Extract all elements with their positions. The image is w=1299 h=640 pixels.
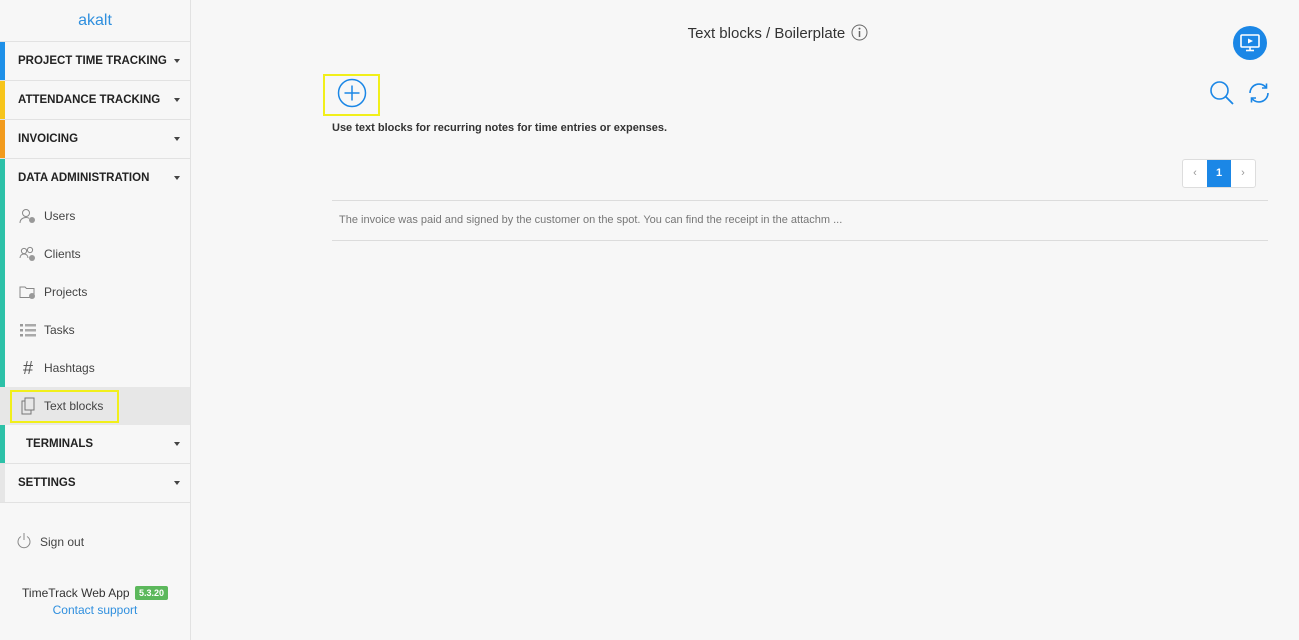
- data-administration-group: DATA ADMINISTRATION Users Clients Projec…: [0, 159, 190, 464]
- sidebar-item-projects[interactable]: Projects: [0, 273, 190, 311]
- monitor-play-icon[interactable]: [1233, 26, 1267, 60]
- sidebar-item-clients[interactable]: Clients: [0, 235, 190, 273]
- section-label: ATTENDANCE TRACKING: [18, 94, 161, 106]
- users-icon: [18, 207, 38, 225]
- main-content: Text blocks / Boilerplate Use text block…: [191, 0, 1299, 640]
- section-label: PROJECT TIME TRACKING: [18, 55, 167, 67]
- pagination: ‹ 1 ›: [1182, 159, 1256, 188]
- power-icon: [16, 532, 32, 552]
- caret-down-icon: [174, 442, 180, 446]
- brand-name[interactable]: akalt: [0, 0, 190, 42]
- sidebar-section-attendance-tracking[interactable]: ATTENDANCE TRACKING: [0, 81, 190, 120]
- page-title-text: Text blocks / Boilerplate: [687, 25, 846, 42]
- section-color-bar: [0, 464, 5, 502]
- highlight-box: [10, 390, 119, 423]
- sidebar-section-settings[interactable]: SETTINGS: [0, 464, 190, 503]
- contact-support-link[interactable]: Contact support: [0, 603, 190, 617]
- hashtag-icon: #: [22, 357, 33, 378]
- section-color-bar: [0, 120, 5, 158]
- pagination-page[interactable]: 1: [1207, 160, 1231, 187]
- search-icon[interactable]: [1209, 80, 1235, 111]
- sidebar-item-label: Clients: [44, 247, 81, 261]
- section-label: SETTINGS: [18, 477, 76, 489]
- sidebar-item-label: Projects: [44, 285, 88, 299]
- caret-down-icon: [174, 137, 180, 141]
- sidebar-section-project-time-tracking[interactable]: PROJECT TIME TRACKING: [0, 42, 190, 81]
- add-circle-icon: [336, 77, 368, 114]
- caret-down-icon: [174, 59, 180, 63]
- sidebar-item-text-blocks[interactable]: Text blocks: [0, 387, 190, 425]
- projects-icon: [18, 283, 38, 301]
- caret-down-icon: [174, 176, 180, 180]
- sidebar-item-label: Hashtags: [44, 361, 95, 375]
- caret-down-icon: [174, 98, 180, 102]
- pagination-next[interactable]: ›: [1231, 160, 1255, 187]
- sidebar-item-label: TERMINALS: [26, 438, 94, 450]
- sidebar-item-label: Tasks: [44, 323, 75, 337]
- app-root: akalt PROJECT TIME TRACKING ATTENDANCE T…: [0, 0, 1299, 640]
- version-badge: 5.3.20: [134, 586, 168, 600]
- sign-out-label: Sign out: [40, 535, 85, 549]
- sidebar: akalt PROJECT TIME TRACKING ATTENDANCE T…: [0, 0, 191, 640]
- section-label: INVOICING: [18, 133, 79, 145]
- hint-text: Use text blocks for recurring notes for …: [332, 122, 667, 134]
- sidebar-footer: TimeTrack Web App 5.3.20 Contact support: [0, 586, 190, 617]
- section-color-bar: [0, 42, 5, 80]
- sidebar-item-hashtags[interactable]: # Hashtags: [0, 349, 190, 387]
- list-item[interactable]: The invoice was paid and signed by the c…: [332, 201, 1268, 241]
- sidebar-item-label: Users: [44, 209, 76, 223]
- sidebar-item-terminals[interactable]: TERMINALS: [0, 425, 190, 464]
- tasks-icon: [18, 321, 38, 339]
- sidebar-item-users[interactable]: Users: [0, 197, 190, 235]
- pagination-prev[interactable]: ‹: [1183, 160, 1207, 187]
- info-icon[interactable]: [851, 24, 868, 45]
- caret-down-icon: [174, 481, 180, 485]
- clients-icon: [18, 245, 38, 263]
- section-color-bar: [0, 81, 5, 119]
- refresh-icon[interactable]: [1246, 81, 1272, 110]
- page-title: Text blocks / Boilerplate: [191, 24, 1299, 45]
- sidebar-section-invoicing[interactable]: INVOICING: [0, 120, 190, 159]
- text-block-list: The invoice was paid and signed by the c…: [332, 200, 1268, 241]
- app-name: TimeTrack Web App: [22, 586, 130, 600]
- section-label: DATA ADMINISTRATION: [18, 172, 150, 184]
- sidebar-section-data-administration[interactable]: DATA ADMINISTRATION: [0, 159, 190, 197]
- add-text-block-button[interactable]: [323, 74, 380, 116]
- sidebar-item-tasks[interactable]: Tasks: [0, 311, 190, 349]
- sign-out-button[interactable]: Sign out: [16, 532, 84, 552]
